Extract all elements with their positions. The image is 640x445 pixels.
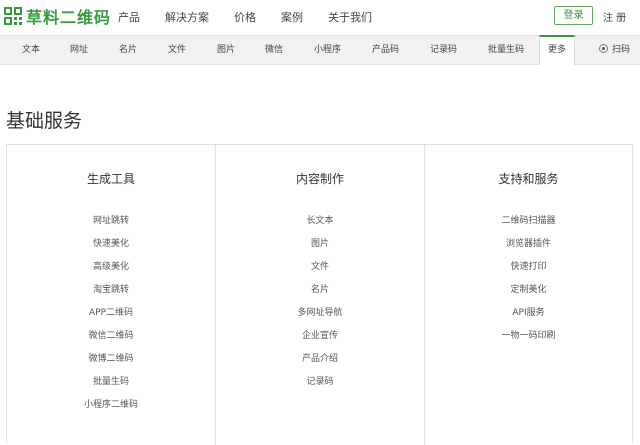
- link-url-redirect[interactable]: 网址跳转: [7, 213, 215, 226]
- link-custom-beautify[interactable]: 定制美化: [425, 282, 632, 295]
- subnav-url[interactable]: 网址: [70, 36, 88, 64]
- column-title: 内容制作: [295, 172, 344, 186]
- subnav-card[interactable]: 名片: [119, 36, 137, 64]
- subnav-file[interactable]: 文件: [168, 36, 186, 64]
- nav-solutions[interactable]: 解决方案: [165, 9, 209, 25]
- link-api-service[interactable]: API服务: [425, 305, 632, 318]
- nav-pricing[interactable]: 价格: [234, 9, 256, 25]
- subnav-miniprogram[interactable]: 小程序: [314, 36, 341, 64]
- link-product-intro[interactable]: 产品介绍: [216, 351, 424, 364]
- brand-logo[interactable]: 草料二维码: [4, 5, 111, 27]
- link-wechat-qrcode[interactable]: 微信二维码: [7, 328, 215, 341]
- top-header: 草料二维码 产品 解决方案 价格 案例 关于我们 登录 注 册: [0, 0, 640, 33]
- link-quick-print[interactable]: 快速打印: [425, 259, 632, 272]
- link-batch-generate[interactable]: 批量生码: [7, 374, 215, 387]
- services-panel: 生成工具 网址跳转 快速美化 高级美化 淘宝跳转 APP二维码 微信二维码 微博…: [6, 144, 633, 445]
- subnav-text[interactable]: 文本: [22, 36, 40, 64]
- subnav-record-code[interactable]: 记录码: [430, 36, 457, 64]
- qr-logo-icon: [4, 7, 22, 25]
- link-multi-url-nav[interactable]: 多网址导航: [216, 305, 424, 318]
- subnav-more-tab[interactable]: 更多: [539, 35, 576, 65]
- subnav-wechat[interactable]: 微信: [265, 36, 283, 64]
- link-quick-beautify[interactable]: 快速美化: [7, 236, 215, 249]
- subnav-batch-generate[interactable]: 批量生码: [488, 36, 524, 64]
- brand-name: 草料二维码: [26, 8, 112, 27]
- column-title: 生成工具: [86, 172, 135, 186]
- link-advanced-beautify[interactable]: 高级美化: [7, 259, 215, 272]
- subnav-scan[interactable]: 扫码: [599, 36, 630, 64]
- column-content-creation: 内容制作 长文本 图片 文件 名片 多网址导航 企业宣传 产品介绍 记录码: [215, 145, 424, 445]
- subnav-image[interactable]: 图片: [217, 36, 235, 64]
- link-record-code[interactable]: 记录码: [216, 374, 424, 387]
- login-button[interactable]: 登录: [554, 6, 593, 25]
- column-generation-tools: 生成工具 网址跳转 快速美化 高级美化 淘宝跳转 APP二维码 微信二维码 微博…: [7, 145, 215, 445]
- link-long-text[interactable]: 长文本: [216, 213, 424, 226]
- column-title: 支持和服务: [498, 172, 559, 186]
- link-one-item-one-code-print[interactable]: 一物一码印刷: [425, 328, 632, 341]
- nav-products[interactable]: 产品: [118, 9, 140, 25]
- link-app-qrcode[interactable]: APP二维码: [7, 305, 215, 318]
- nav-cases[interactable]: 案例: [281, 9, 303, 25]
- subnav-product-code[interactable]: 产品码: [372, 36, 399, 64]
- main-nav: 产品 解决方案 价格 案例 关于我们: [118, 0, 397, 33]
- link-file[interactable]: 文件: [216, 259, 424, 272]
- scan-radio-icon: [599, 44, 608, 53]
- column-support-services: 支持和服务 二维码扫描器 浏览器插件 快速打印 定制美化 API服务 一物一码印…: [424, 145, 632, 445]
- link-browser-plugin[interactable]: 浏览器插件: [425, 236, 632, 249]
- sub-nav: 文本 网址 名片 文件 图片 微信 小程序 产品码 记录码 批量生码 更多 扫码: [0, 35, 640, 65]
- link-qr-scanner[interactable]: 二维码扫描器: [425, 213, 632, 226]
- link-image[interactable]: 图片: [216, 236, 424, 249]
- link-taobao-redirect[interactable]: 淘宝跳转: [7, 282, 215, 295]
- link-company-promo[interactable]: 企业宣传: [216, 328, 424, 341]
- scan-label: 扫码: [612, 45, 631, 55]
- link-weibo-qrcode[interactable]: 微博二维码: [7, 351, 215, 364]
- register-link[interactable]: 注 册: [603, 9, 626, 24]
- nav-about[interactable]: 关于我们: [328, 9, 372, 25]
- link-miniprogram-qrcode[interactable]: 小程序二维码: [7, 397, 215, 410]
- page-title: 基础服务: [6, 110, 83, 132]
- link-business-card[interactable]: 名片: [216, 282, 424, 295]
